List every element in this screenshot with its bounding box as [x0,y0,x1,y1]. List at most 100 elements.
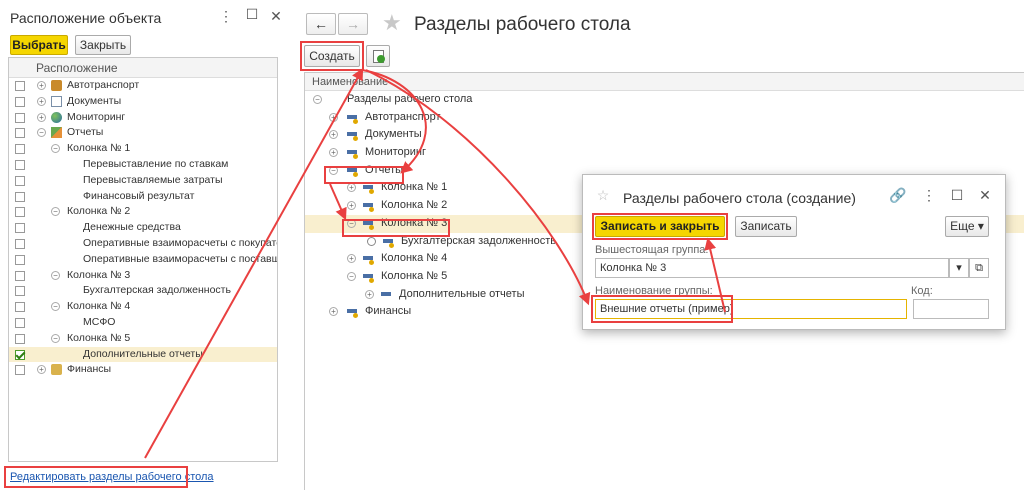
collapse-icon[interactable]: − [51,270,60,280]
close-icon[interactable]: ✕ [977,187,993,204]
tree-row[interactable]: Оперативные взаиморасчеты с покупател... [9,236,277,252]
checkbox-checked[interactable] [15,349,25,360]
collapse-icon[interactable]: − [37,128,46,138]
checkbox[interactable] [15,317,25,328]
tree-row[interactable]: МСФО [9,315,277,331]
checkbox[interactable] [15,112,25,123]
checkbox[interactable] [15,207,25,218]
more-vertical-icon[interactable]: ⋮ [218,8,234,25]
tree-row-selected[interactable]: Дополнительные отчеты [9,346,277,363]
save-and-close-button[interactable]: Записать и закрыть [595,216,725,237]
expand-icon[interactable]: + [347,254,356,264]
tree-row[interactable]: − Колонка № 4 [9,299,277,315]
collapse-icon[interactable]: − [51,333,60,343]
checkbox[interactable] [15,159,25,170]
link-icon[interactable]: 🔗 [889,187,906,204]
more-button[interactable]: Еще ▾ [945,216,989,237]
checkbox[interactable] [15,191,25,202]
tree-row[interactable]: Бухгалтерская задолженность [9,283,277,299]
expand-icon[interactable]: + [329,112,338,122]
expand-icon[interactable]: + [329,148,338,158]
tree-row[interactable]: Перевыставляемые затраты [9,173,277,189]
parent-group-field[interactable]: Колонка № 3 [595,258,949,278]
star-icon[interactable]: ☆ [595,187,611,204]
tree-row[interactable]: Финансовый результат [9,189,277,205]
code-input[interactable] [913,299,989,319]
tree-row[interactable]: + Документы [305,126,1024,144]
expand-icon[interactable]: + [37,112,46,122]
group-dot [369,277,374,283]
code-label: Код: [911,285,933,297]
row-label: Документы [67,94,122,107]
checkbox[interactable] [15,144,25,155]
create-group-button[interactable] [366,45,390,67]
row-label: Колонка № 2 [67,205,131,218]
checkbox[interactable] [15,270,25,281]
expand-icon[interactable]: + [37,81,46,90]
forward-button[interactable]: → [338,13,368,35]
object-location-panel: Расположение объекта ⋮ ☐ ✕ Выбрать Закры… [0,0,290,490]
dialog-title: Разделы рабочего стола (создание) [623,190,856,206]
group-dot [353,118,358,124]
expand-icon[interactable]: + [365,289,374,299]
checkbox[interactable] [15,81,25,91]
tree-row[interactable]: + Автотранспорт [305,109,1024,127]
collapse-icon[interactable]: − [313,95,322,104]
tree-row[interactable]: + Документы [9,94,277,110]
expand-icon[interactable]: + [37,365,46,375]
tree-row[interactable]: − Колонка № 2 [9,204,277,220]
more-label: Еще [950,219,975,233]
tree-row[interactable]: − Колонка № 1 [9,141,277,157]
create-button[interactable]: Создать [304,45,360,67]
checkbox[interactable] [15,302,25,313]
checkbox[interactable] [15,128,25,139]
collapse-icon[interactable]: − [347,271,356,281]
expand-icon[interactable]: + [347,183,356,193]
close-button[interactable]: Закрыть [75,35,131,55]
tree-row[interactable]: + Автотранспорт [9,78,277,94]
group-name-input[interactable]: Внешние отчеты (пример) [595,299,907,319]
edit-sections-link[interactable]: Редактировать разделы рабочего стола [10,471,214,483]
collapse-icon[interactable]: − [51,144,60,154]
star-icon[interactable]: ★ [382,10,402,36]
select-button[interactable]: Выбрать [10,35,68,55]
row-label: Колонка № 3 [381,216,448,229]
more-vertical-icon[interactable]: ⋮ [921,187,937,204]
tree-row[interactable]: − Колонка № 3 [9,268,277,284]
tree-row[interactable]: Оперативные взаиморасчеты с поставщи... [9,252,277,268]
row-label: Колонка № 2 [381,199,448,212]
tree-row[interactable]: + Мониторинг [305,144,1024,162]
expand-icon[interactable]: + [329,307,338,317]
checkbox[interactable] [15,238,25,249]
tree-row[interactable]: + Мониторинг [9,110,277,126]
open-icon[interactable]: ⧉ [969,258,989,278]
dropdown-button[interactable]: ▾ [949,258,969,278]
tree-row[interactable]: Перевыставление по ставкам [9,157,277,173]
tree-row[interactable]: − Разделы рабочего стола [305,91,1024,109]
tree-row[interactable]: − Колонка № 5 [9,331,277,347]
checkbox[interactable] [15,254,25,265]
maximize-icon[interactable]: ☐ [949,187,965,204]
collapse-icon[interactable]: − [329,165,338,175]
row-label: Денежные средства [83,221,181,234]
tree-row[interactable]: + Финансы [9,362,277,378]
checkbox[interactable] [15,286,25,297]
close-icon[interactable]: ✕ [268,8,284,25]
checkbox[interactable] [15,96,25,107]
expand-icon[interactable]: + [37,96,46,106]
checkbox[interactable] [15,333,25,344]
checkbox[interactable] [15,175,25,186]
collapse-icon[interactable]: − [51,302,60,312]
tree-row[interactable]: Денежные средства [9,220,277,236]
expand-icon[interactable]: + [329,130,338,140]
save-button[interactable]: Записать [735,216,797,237]
collapse-icon[interactable]: − [51,207,60,217]
collapse-icon[interactable]: − [347,218,356,228]
expand-icon[interactable]: + [347,201,356,211]
back-button[interactable]: ← [306,13,336,35]
row-label: МСФО [83,315,116,328]
tree-row[interactable]: − Отчеты [9,125,277,141]
checkbox[interactable] [15,365,25,376]
checkbox[interactable] [15,223,25,234]
maximize-icon[interactable]: ☐ [244,6,260,23]
